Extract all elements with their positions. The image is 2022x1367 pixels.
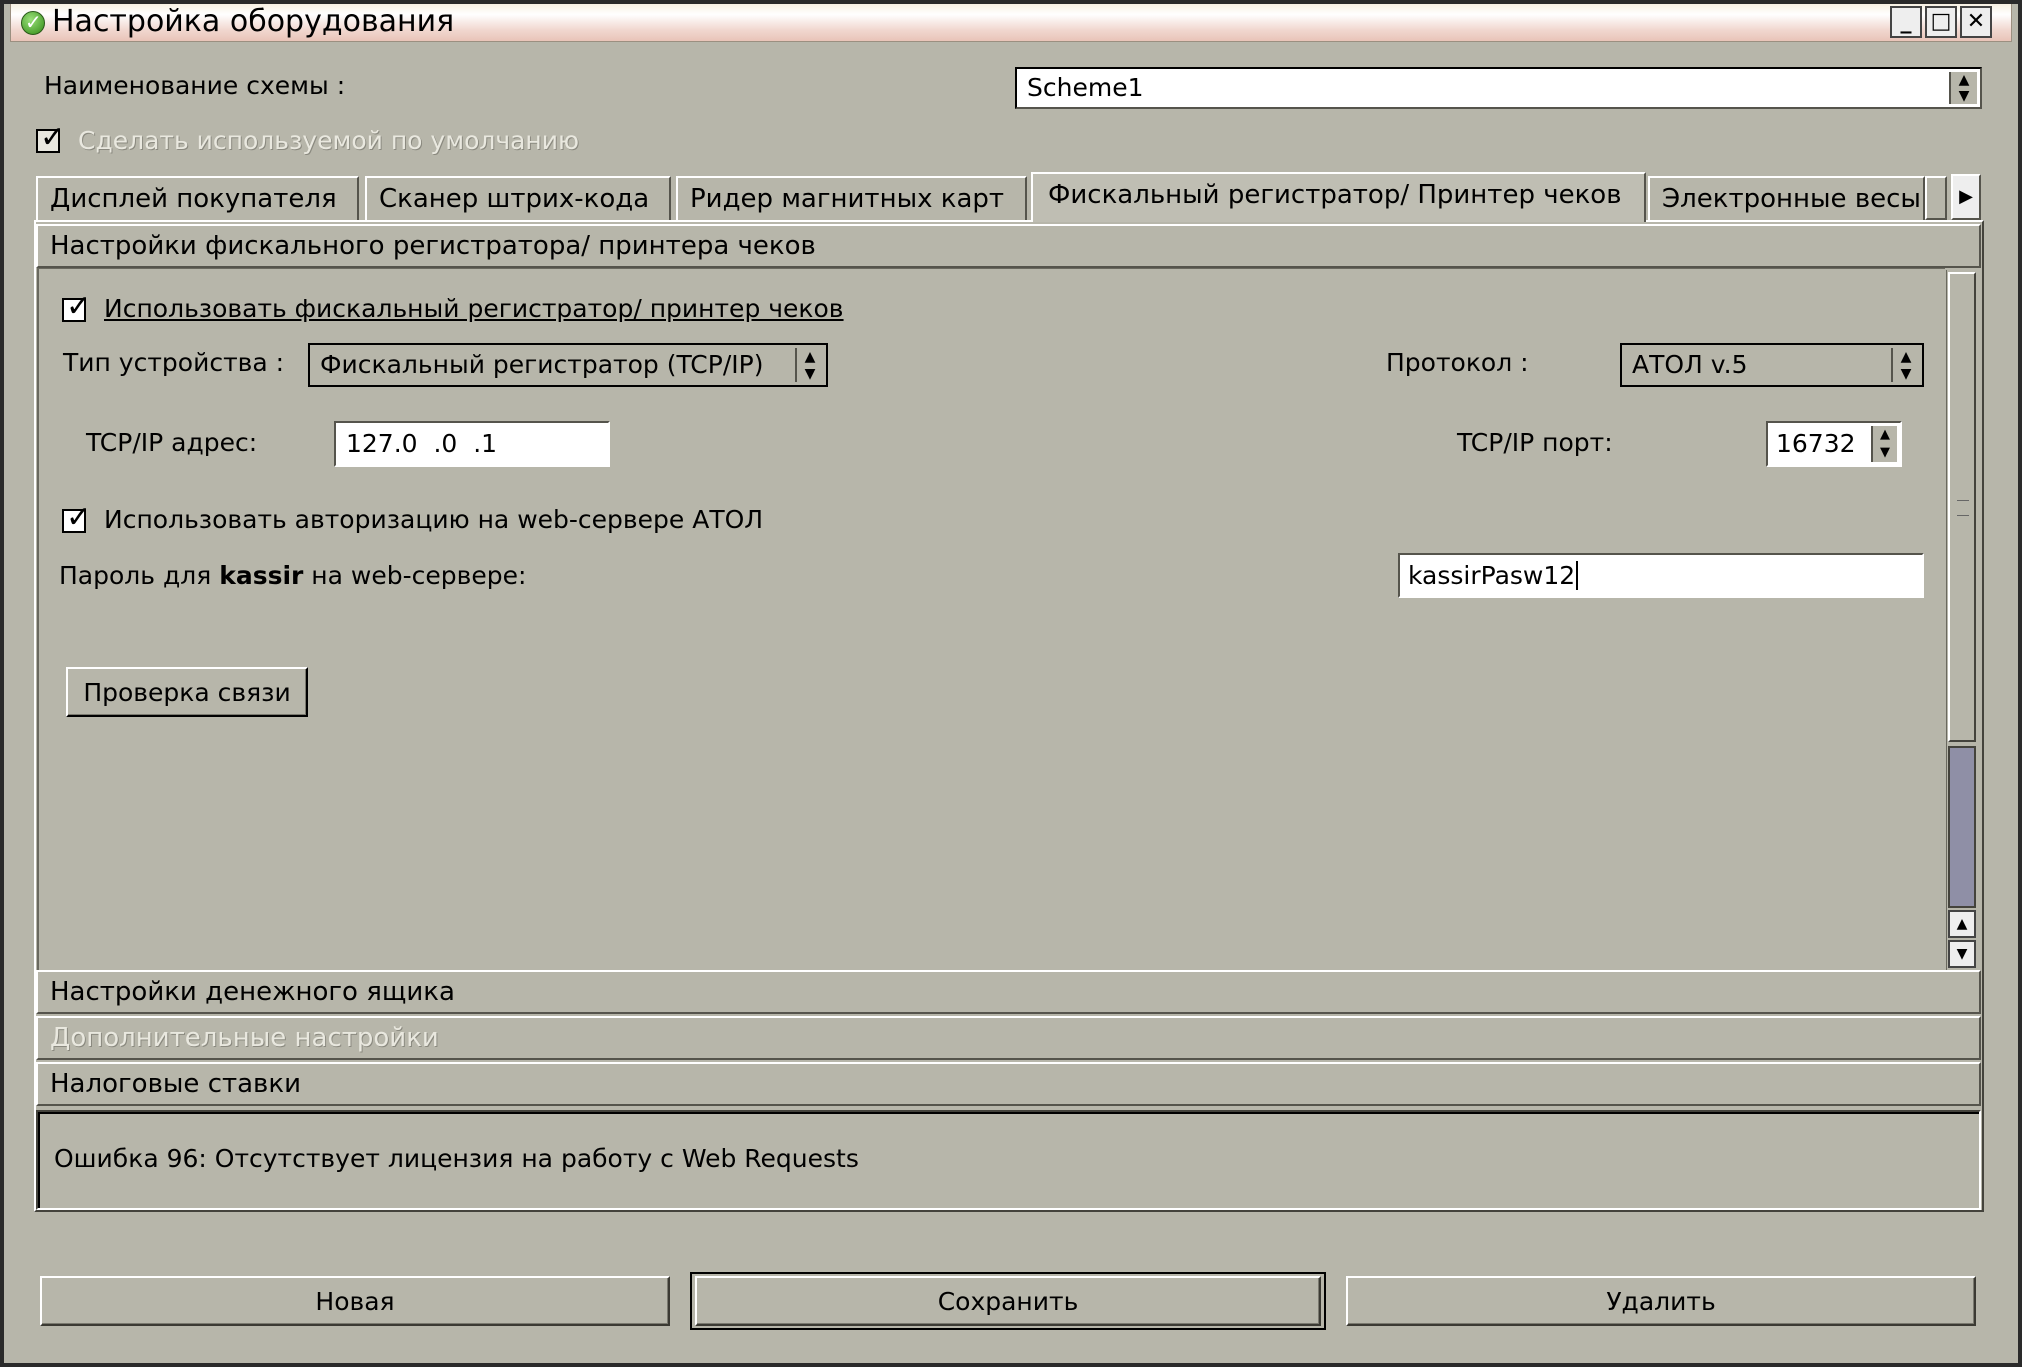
tab-electronic-scales[interactable]: Электронные весы [1648,176,1925,220]
chevron-updown-icon: ▲ ▼ [1891,348,1919,382]
scheme-select-value: Scheme1 [1027,73,1144,102]
maximize-button[interactable]: □ [1925,6,1957,38]
scroll-up-button[interactable]: ▲ [1948,910,1976,938]
device-type-label: Тип устройства : [63,348,285,377]
default-scheme-checkbox[interactable]: ✓ [36,123,65,153]
use-auth-checkbox[interactable]: ✓ [62,503,91,533]
ip-address-label: TCP/IP адрес: [86,428,258,457]
password-label: Пароль для kassir на web-сервере: [59,561,527,590]
status-message-box: Ошибка 96: Отсутствует лицензия на работ… [36,1110,1981,1210]
close-button[interactable]: ✕ [1960,6,1992,38]
ip-address-input[interactable]: 127.0 .0 .1 [334,421,610,467]
check-icon: ✓ [66,500,92,535]
use-fiscal-label[interactable]: Использовать фискальный регистратор/ при… [104,294,844,324]
tab-barcode-scanner[interactable]: Сканер штрих-кода [365,176,671,220]
port-value: 16732 [1776,429,1856,458]
default-scheme-label: Сделать используемой по умолчанию [78,126,580,155]
tab-scroll-right-button[interactable]: ▶ [1951,174,1981,220]
protocol-select[interactable]: АТОЛ v.5 ▲ ▼ [1620,343,1924,387]
spinner-arrows-icon[interactable]: ▲ ▼ [1871,426,1897,462]
chevron-updown-icon: ▲ ▼ [1949,72,1977,104]
text-cursor [1576,561,1579,590]
port-spinbox[interactable]: 16732 ▲ ▼ [1766,421,1902,467]
arrow-up-icon: ▲ [1956,916,1968,932]
save-button[interactable]: Сохранить [695,1276,1321,1326]
check-icon: ✓ [40,120,66,155]
use-fiscal-checkbox[interactable]: ✓ [62,292,91,322]
minimize-icon: _ [1900,9,1912,34]
tax-rates-section-header[interactable]: Налоговые ставки [36,1062,1981,1106]
port-label: TCP/IP порт: [1457,428,1613,457]
status-message: Ошибка 96: Отсутствует лицензия на работ… [54,1144,859,1173]
cash-drawer-section-header[interactable]: Настройки денежного ящика [36,970,1981,1014]
equipment-settings-window: ✓ Настройка оборудования _ □ ✕ Наименова… [0,0,2022,1367]
scrollbar-track-upper[interactable] [1948,272,1976,742]
protocol-value: АТОЛ v.5 [1632,350,1748,379]
device-type-select[interactable]: Фискальный регистратор (TCP/IP) ▲ ▼ [308,343,828,387]
ip-address-value: 127.0 .0 .1 [346,429,498,458]
tab-customer-display[interactable]: Дисплей покупателя [36,176,359,220]
scheme-name-label: Наименование схемы : [44,71,346,100]
password-value: kassirPasw12 [1408,561,1579,591]
app-check-icon: ✓ [21,10,45,35]
additional-settings-section-header[interactable]: Дополнительные настройки [36,1016,1981,1060]
device-type-value: Фискальный регистратор (TCP/IP) [320,350,764,379]
fiscal-settings-section-header[interactable]: Настройки фискального регистратора/ прин… [36,224,1981,268]
password-input[interactable]: kassirPasw12 [1398,553,1924,598]
delete-button[interactable]: Удалить [1346,1276,1976,1326]
tab-magnetic-card-reader[interactable]: Ридер магнитных карт [676,176,1027,220]
close-icon: ✕ [1966,9,1986,34]
maximize-icon: □ [1930,9,1952,34]
scheme-select[interactable]: Scheme1 ▲ ▼ [1015,67,1982,109]
minimize-button[interactable]: _ [1890,6,1922,38]
arrow-right-icon: ▶ [1959,186,1973,207]
arrow-down-icon: ▼ [1956,946,1968,962]
check-icon: ✓ [66,289,92,324]
check-connection-button[interactable]: Проверка связи [66,667,308,717]
chevron-updown-icon: ▲ ▼ [795,348,823,382]
protocol-label: Протокол : [1386,348,1529,377]
scroll-down-button[interactable]: ▼ [1948,940,1976,968]
tab-scroll-left[interactable] [1925,176,1947,220]
use-auth-label: Использовать авторизацию на web-сервере … [104,505,764,534]
scrollbar-thumb[interactable] [1948,746,1976,908]
new-button[interactable]: Новая [40,1276,670,1326]
window-title: Настройка оборудования [52,4,455,39]
tab-fiscal-registrar[interactable]: Фискальный регистратор/ Принтер чеков [1031,172,1646,222]
grip-icon [1957,500,1969,516]
